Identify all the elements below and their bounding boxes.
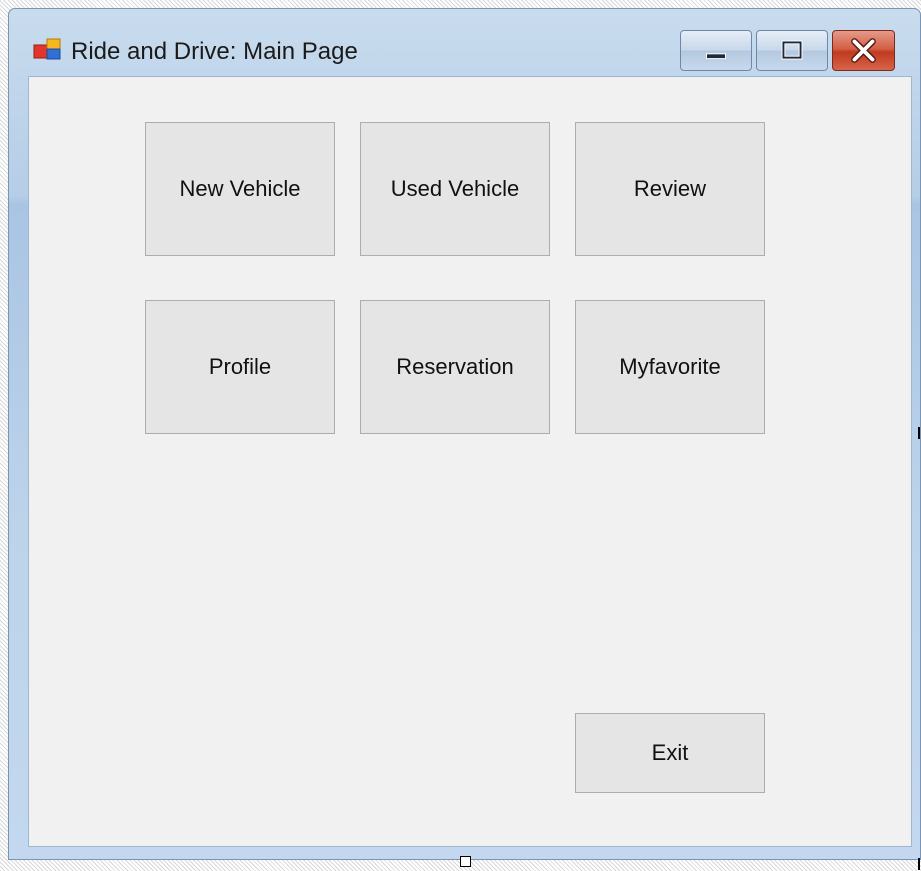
profile-button[interactable]: Profile <box>145 300 335 434</box>
maximize-icon <box>781 40 803 60</box>
title-bar[interactable]: Ride and Drive: Main Page <box>9 9 920 77</box>
close-button[interactable] <box>832 30 895 71</box>
review-button[interactable]: Review <box>575 122 765 256</box>
form-window: Ride and Drive: Main Page New Vehicle Us… <box>8 8 921 860</box>
designer-surface: Ride and Drive: Main Page New Vehicle Us… <box>0 0 921 871</box>
used-vehicle-button[interactable]: Used Vehicle <box>360 122 550 256</box>
resize-handle-right[interactable] <box>918 427 920 439</box>
reservation-button[interactable]: Reservation <box>360 300 550 434</box>
close-icon <box>851 38 876 63</box>
resize-handle-corner[interactable] <box>918 858 920 870</box>
exit-button[interactable]: Exit <box>575 713 765 793</box>
minimize-icon <box>706 53 726 60</box>
resize-handle-bottom[interactable] <box>460 856 471 867</box>
minimize-button[interactable] <box>680 30 752 71</box>
myfavorite-button[interactable]: Myfavorite <box>575 300 765 434</box>
form-client-area: New Vehicle Used Vehicle Review Profile … <box>28 76 912 847</box>
new-vehicle-button[interactable]: New Vehicle <box>145 122 335 256</box>
maximize-button[interactable] <box>756 30 828 71</box>
app-icon <box>33 38 61 60</box>
window-title: Ride and Drive: Main Page <box>71 38 358 65</box>
